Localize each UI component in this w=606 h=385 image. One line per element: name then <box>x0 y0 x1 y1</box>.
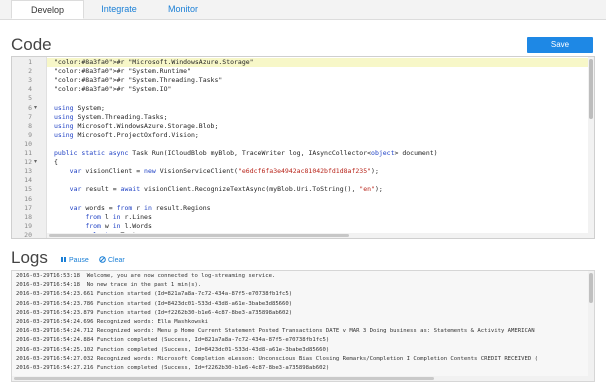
line-number: 4 <box>28 85 32 94</box>
tab-monitor[interactable]: Monitor <box>150 0 216 19</box>
log-stream-output[interactable]: 2016-03-29T16:53:18 Welcome, you are now… <box>11 270 595 382</box>
editor-scroll-thumb[interactable] <box>589 59 593 119</box>
line-number: 13 <box>24 167 32 176</box>
fold-toggle-icon[interactable]: ▾ <box>34 158 37 165</box>
line-number: 2 <box>28 67 32 76</box>
logs-heading: Logs <box>11 248 48 267</box>
log-entry: 2016-03-29T16:54:23.786 Function started… <box>16 300 293 307</box>
pause-icon <box>61 257 66 262</box>
code-line: "color:#8a3fa0">#r "System.IO" <box>54 85 172 94</box>
code-line: using Microsoft.ProjectOxford.Vision; <box>54 130 199 139</box>
line-number: 8 <box>28 121 32 130</box>
editor-vertical-scrollbar[interactable] <box>588 57 594 238</box>
code-line: var visionClient = new VisionServiceClie… <box>69 167 379 176</box>
line-number: 15 <box>24 185 32 194</box>
line-number: 5 <box>28 94 32 103</box>
save-button[interactable]: Save <box>527 37 593 53</box>
line-number: 14 <box>24 176 32 185</box>
log-entry: 2016-03-29T16:54:24.884 Function complet… <box>16 337 330 344</box>
code-line: using System; <box>54 103 105 112</box>
log-scroll-thumb[interactable] <box>589 273 593 303</box>
clear-button[interactable]: Clear <box>99 256 125 264</box>
code-line: public static async Task Run(ICloudBlob … <box>54 149 438 157</box>
code-line: from l in r.Lines <box>85 212 152 221</box>
code-line: "color:#8a3fa0">#r "System.Threading.Tas… <box>54 76 223 85</box>
line-number: 12 <box>24 158 32 167</box>
log-entry: 2016-03-29T16:54:27.032 Recognized words… <box>16 355 538 362</box>
log-horizontal-scrollbar[interactable] <box>12 376 588 381</box>
fold-toggle-icon[interactable]: ▾ <box>34 104 37 111</box>
editor-hscroll-thumb[interactable] <box>49 234 349 237</box>
log-entry: 2016-03-29T16:54:23.879 Function started… <box>16 309 293 316</box>
log-entry: 2016-03-29T16:53:18 Welcome, you are now… <box>16 273 276 279</box>
clear-label: Clear <box>107 257 125 264</box>
line-number: 9 <box>28 130 32 139</box>
log-entry: 2016-03-29T16:54:23.661 Function started… <box>16 291 293 298</box>
line-number: 18 <box>24 212 32 221</box>
line-number: 20 <box>24 230 32 239</box>
code-line: "color:#8a3fa0">#r "Microsoft.WindowsAzu… <box>54 58 254 66</box>
log-entry: 2016-03-29T16:54:18 No new trace in the … <box>16 282 202 289</box>
line-number: 17 <box>24 203 32 212</box>
pause-label: Pause <box>68 257 89 264</box>
log-entry: 2016-03-29T16:54:24.712 Recognized words… <box>16 328 535 335</box>
code-line: "color:#8a3fa0">#r "System.Runtime" <box>54 67 191 76</box>
logs-header: Logs Pause Clear <box>11 248 595 268</box>
line-number: 11 <box>24 149 32 157</box>
code-line: using System.Threading.Tasks; <box>54 112 168 121</box>
code-line: { <box>54 158 58 167</box>
line-number: 19 <box>24 221 32 230</box>
code-heading: Code <box>11 35 52 54</box>
line-number: 16 <box>24 194 32 203</box>
log-entry: 2016-03-29T16:54:24.696 Recognized words… <box>16 319 208 325</box>
line-number: 10 <box>24 139 32 148</box>
code-line: from w in l.Words <box>85 221 152 230</box>
code-editor[interactable]: 1 2 3 4 5 6 ▾ 7 8 9 10 11 12 ▾ 13 14 15 16 17 18 19 20 "color… <box>11 56 595 239</box>
pause-button[interactable]: Pause <box>60 256 89 264</box>
log-hscroll-thumb[interactable] <box>14 377 434 380</box>
line-number: 1 <box>28 58 32 66</box>
tab-bar: Develop Integrate Monitor <box>0 0 606 20</box>
code-line: var result = await visionClient.Recogniz… <box>69 185 383 194</box>
line-number: 6 <box>28 103 32 112</box>
clear-icon <box>99 256 106 263</box>
code-line: using Microsoft.WindowsAzure.Storage.Blo… <box>54 121 219 130</box>
code-line: var words = from r in result.Regions <box>69 203 211 212</box>
line-number: 7 <box>28 112 32 121</box>
line-number: 3 <box>28 76 32 85</box>
log-entry: 2016-03-29T16:54:25.102 Function complet… <box>16 346 330 353</box>
tab-integrate[interactable]: Integrate <box>84 0 154 19</box>
editor-horizontal-scrollbar[interactable] <box>47 233 588 238</box>
log-vertical-scrollbar[interactable] <box>588 271 594 381</box>
tab-develop[interactable]: Develop <box>11 0 84 19</box>
log-entry: 2016-03-29T16:54:27.216 Function complet… <box>16 365 330 371</box>
